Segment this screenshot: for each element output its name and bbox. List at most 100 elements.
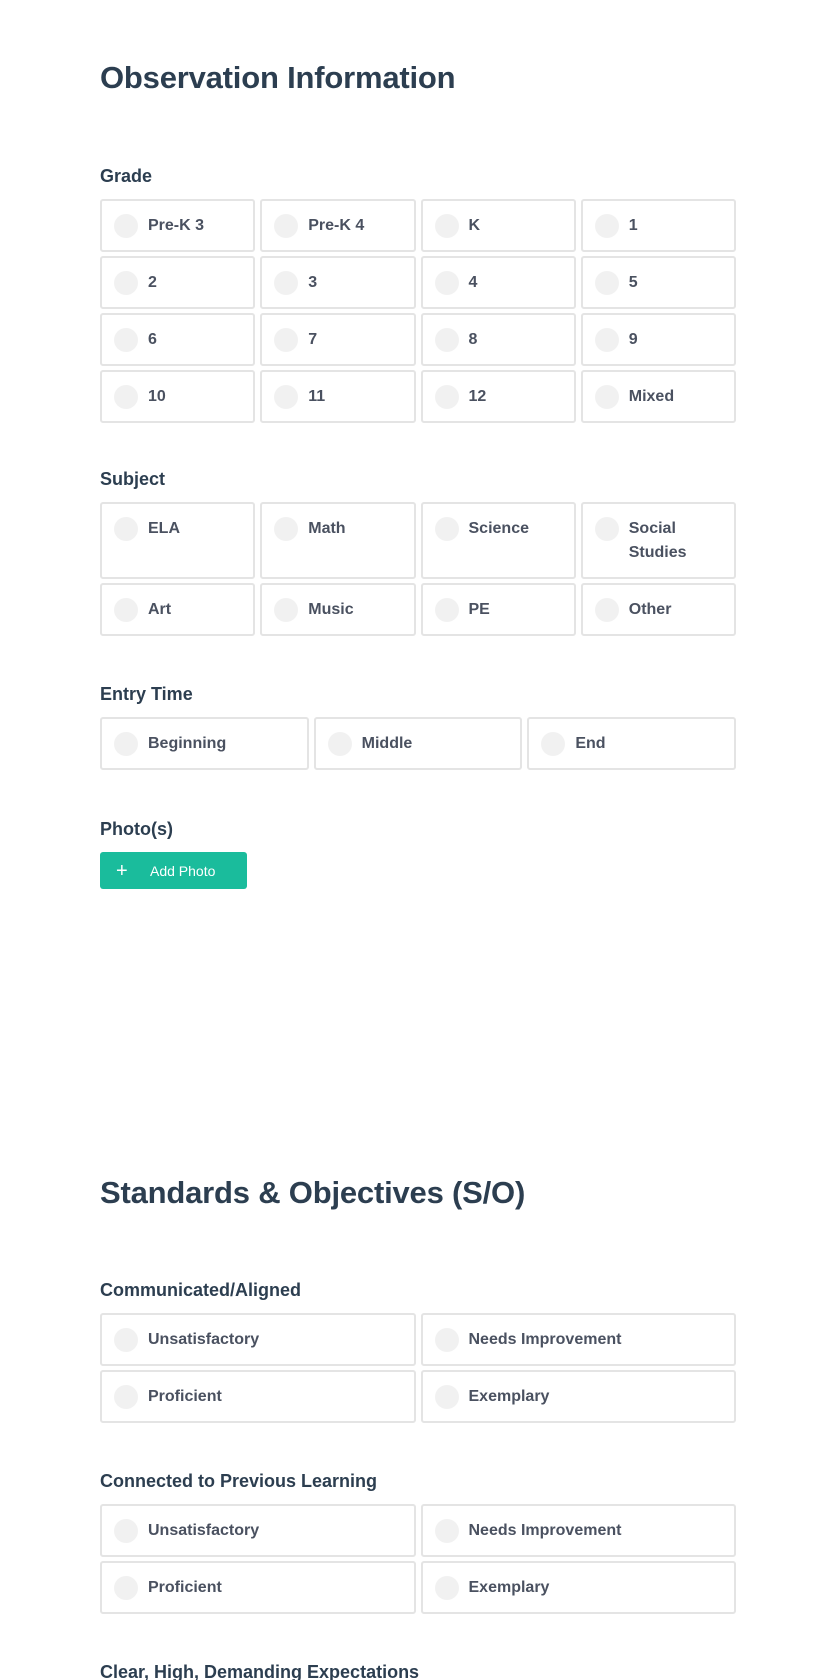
radio-button[interactable] bbox=[434, 1385, 459, 1409]
rating-option[interactable]: Needs Improvement bbox=[420, 1504, 736, 1557]
add-photo-button[interactable]: + Add Photo bbox=[100, 852, 247, 889]
option-label: Middle bbox=[361, 735, 413, 752]
grade-option[interactable]: 4 bbox=[420, 256, 576, 309]
subject-option[interactable]: Music bbox=[260, 583, 416, 636]
radio-button[interactable] bbox=[114, 1328, 138, 1352]
rating-option[interactable]: Unsatisfactory bbox=[100, 1504, 416, 1557]
option-label: 10 bbox=[148, 388, 166, 405]
option-label: Unsatisfactory bbox=[148, 1331, 260, 1348]
plus-icon: + bbox=[116, 859, 128, 882]
photos-label: Photo(s) bbox=[100, 819, 173, 839]
radio-button[interactable] bbox=[114, 732, 138, 756]
rating-option[interactable]: Unsatisfactory bbox=[100, 1313, 416, 1366]
radio-button[interactable] bbox=[594, 385, 619, 409]
option-label: K bbox=[468, 217, 481, 234]
radio-button[interactable] bbox=[114, 598, 138, 622]
entry-time-option[interactable]: Beginning bbox=[100, 717, 309, 770]
grade-option[interactable]: 6 bbox=[100, 313, 256, 366]
grade-option[interactable]: 2 bbox=[100, 256, 256, 309]
radio-button[interactable] bbox=[114, 385, 138, 409]
entry-time-label: Entry Time bbox=[100, 684, 193, 704]
radio-button[interactable] bbox=[434, 214, 459, 238]
subject-option[interactable]: Other bbox=[580, 583, 736, 636]
subject-option[interactable]: Social Studies bbox=[580, 502, 736, 579]
grade-option[interactable]: 9 bbox=[580, 313, 736, 366]
radio-button[interactable] bbox=[114, 1385, 138, 1409]
rating-option[interactable]: Needs Improvement bbox=[420, 1313, 736, 1366]
radio-button[interactable] bbox=[594, 328, 619, 352]
radio-button[interactable] bbox=[594, 271, 619, 295]
radio-button[interactable] bbox=[274, 271, 299, 295]
rating-option[interactable]: Proficient bbox=[100, 1370, 416, 1423]
radio-button[interactable] bbox=[594, 598, 619, 622]
radio-button[interactable] bbox=[114, 1576, 138, 1600]
grade-option[interactable]: Mixed bbox=[580, 370, 736, 423]
rating-option[interactable]: Exemplary bbox=[420, 1561, 736, 1614]
option-label: Proficient bbox=[148, 1579, 222, 1596]
grade-option[interactable]: Pre-K 4 bbox=[260, 199, 416, 252]
radio-button[interactable] bbox=[434, 328, 459, 352]
radio-button[interactable] bbox=[434, 598, 459, 622]
option-label: Art bbox=[148, 601, 172, 618]
option-label: Math bbox=[308, 520, 346, 537]
radio-button[interactable] bbox=[274, 214, 299, 238]
radio-button[interactable] bbox=[594, 214, 619, 238]
option-label: 5 bbox=[628, 274, 638, 291]
radio-button[interactable] bbox=[434, 1328, 459, 1352]
option-label: 3 bbox=[308, 274, 318, 291]
radio-button[interactable] bbox=[434, 1576, 459, 1600]
grade-label: Grade bbox=[100, 166, 153, 186]
grade-options: Pre-K 3 Pre-K 4 K 1 2 3 4 5 6 7 8 9 10 1… bbox=[100, 199, 736, 423]
radio-button[interactable] bbox=[114, 328, 138, 352]
rating-option[interactable]: Proficient bbox=[100, 1561, 416, 1614]
grade-option[interactable]: 10 bbox=[100, 370, 256, 423]
communicated-aligned-options: Unsatisfactory Needs Improvement Profici… bbox=[100, 1313, 736, 1423]
radio-button[interactable] bbox=[274, 385, 299, 409]
subject-option[interactable]: Math bbox=[260, 502, 416, 579]
radio-button[interactable] bbox=[434, 517, 459, 541]
subject-option[interactable]: Art bbox=[100, 583, 256, 636]
radio-button[interactable] bbox=[114, 271, 138, 295]
option-label: 1 bbox=[628, 217, 638, 234]
option-label: Science bbox=[468, 520, 529, 537]
option-label: 9 bbox=[628, 331, 638, 348]
option-label: Exemplary bbox=[468, 1388, 550, 1405]
radio-button[interactable] bbox=[114, 1519, 138, 1543]
grade-option[interactable]: K bbox=[420, 199, 576, 252]
grade-option[interactable]: Pre-K 3 bbox=[100, 199, 256, 252]
radio-button[interactable] bbox=[274, 328, 299, 352]
grade-option[interactable]: 11 bbox=[260, 370, 416, 423]
subject-option[interactable]: PE bbox=[420, 583, 576, 636]
option-label: ELA bbox=[148, 520, 180, 537]
entry-time-option[interactable]: Middle bbox=[313, 717, 523, 770]
radio-button[interactable] bbox=[114, 214, 138, 238]
radio-button[interactable] bbox=[274, 598, 299, 622]
option-label: Proficient bbox=[148, 1388, 222, 1405]
subject-option[interactable]: Science bbox=[420, 502, 576, 579]
grade-option[interactable]: 12 bbox=[420, 370, 576, 423]
radio-button[interactable] bbox=[594, 517, 619, 541]
radio-button[interactable] bbox=[541, 732, 566, 756]
option-label: Pre-K 4 bbox=[308, 217, 365, 234]
radio-button[interactable] bbox=[434, 1519, 459, 1543]
radio-button[interactable] bbox=[114, 517, 138, 541]
radio-button[interactable] bbox=[434, 271, 459, 295]
entry-time-option[interactable]: End bbox=[527, 717, 736, 770]
grade-option[interactable]: 3 bbox=[260, 256, 416, 309]
option-label: Pre-K 3 bbox=[148, 217, 205, 234]
option-label: 12 bbox=[468, 388, 487, 405]
option-label: Beginning bbox=[148, 735, 227, 752]
grade-option[interactable]: 8 bbox=[420, 313, 576, 366]
rating-option[interactable]: Exemplary bbox=[420, 1370, 736, 1423]
grade-option[interactable]: 5 bbox=[580, 256, 736, 309]
subject-option[interactable]: ELA bbox=[100, 502, 256, 579]
radio-button[interactable] bbox=[274, 517, 299, 541]
option-label: End bbox=[575, 735, 606, 752]
option-label: Mixed bbox=[628, 388, 675, 405]
radio-button[interactable] bbox=[434, 385, 459, 409]
option-label: Unsatisfactory bbox=[148, 1522, 260, 1539]
option-label: PE bbox=[468, 601, 490, 618]
radio-button[interactable] bbox=[327, 732, 352, 756]
grade-option[interactable]: 1 bbox=[580, 199, 736, 252]
grade-option[interactable]: 7 bbox=[260, 313, 416, 366]
